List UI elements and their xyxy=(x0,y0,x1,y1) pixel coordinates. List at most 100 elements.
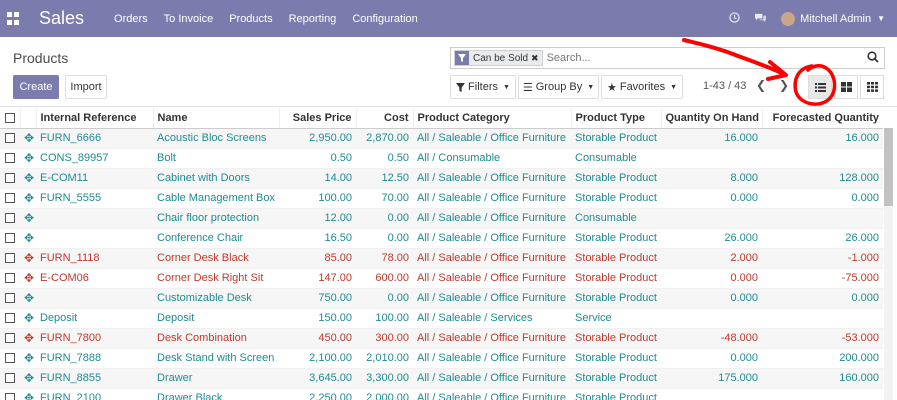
cell-name[interactable]: Acoustic Bloc Screens xyxy=(153,127,279,148)
cell-cost[interactable]: 78.00 xyxy=(356,247,413,268)
table-row[interactable]: ✥ E-COM11 Cabinet with Doors 14.00 12.50 All … xyxy=(0,167,883,188)
row-checkbox[interactable] xyxy=(0,207,20,228)
cell-internal-reference[interactable]: CONS_89957 xyxy=(36,147,153,168)
cell-forecasted-quantity[interactable] xyxy=(762,387,883,400)
table-row[interactable]: ✥ FURN_8855 Drawer 3,645.00 3,300.00 All / Sa… xyxy=(0,367,883,388)
cell-forecasted-quantity[interactable]: 26.000 xyxy=(762,227,883,248)
row-checkbox[interactable] xyxy=(0,307,20,328)
menu-reporting[interactable]: Reporting xyxy=(289,13,337,25)
drag-handle-icon[interactable]: ✥ xyxy=(20,167,36,188)
scrollbar[interactable] xyxy=(884,128,893,400)
cell-sales-price[interactable]: 147.00 xyxy=(279,267,356,288)
scrollbar-thumb[interactable] xyxy=(884,128,893,206)
cell-name[interactable]: Cable Management Box xyxy=(153,187,279,208)
cell-internal-reference[interactable]: Deposit xyxy=(36,307,153,328)
table-row[interactable]: ✥ FURN_5555 Cable Management Box 100.00 70.0… xyxy=(0,187,883,208)
menu-configuration[interactable]: Configuration xyxy=(352,13,417,25)
cell-product-type[interactable]: Storable Product xyxy=(571,347,661,368)
cell-cost[interactable]: 2,870.00 xyxy=(356,127,413,148)
cell-name[interactable]: Corner Desk Right Sit xyxy=(153,267,279,288)
cell-name[interactable]: Cabinet with Doors xyxy=(153,167,279,188)
cell-forecasted-quantity[interactable]: 200.000 xyxy=(762,347,883,368)
cell-name[interactable]: Desk Stand with Screen xyxy=(153,347,279,368)
cell-quantity-on-hand[interactable] xyxy=(661,147,762,168)
row-checkbox[interactable] xyxy=(0,327,20,348)
cell-forecasted-quantity[interactable]: 128.000 xyxy=(762,167,883,188)
cell-quantity-on-hand[interactable] xyxy=(661,207,762,228)
row-checkbox[interactable] xyxy=(0,187,20,208)
cell-forecasted-quantity[interactable]: 16.000 xyxy=(762,127,883,148)
cell-cost[interactable]: 100.00 xyxy=(356,307,413,328)
cell-internal-reference[interactable]: FURN_8855 xyxy=(36,367,153,388)
row-checkbox[interactable] xyxy=(0,147,20,168)
cell-product-type[interactable]: Consumable xyxy=(571,207,661,228)
cell-quantity-on-hand[interactable]: -48.000 xyxy=(661,327,762,348)
cell-product-category[interactable]: All / Saleable / Office Furniture xyxy=(413,247,571,268)
user-avatar[interactable] xyxy=(781,11,796,26)
cell-sales-price[interactable]: 12.00 xyxy=(279,207,356,228)
cell-quantity-on-hand[interactable]: 0.000 xyxy=(661,347,762,368)
table-row[interactable]: ✥ Conference Chair 16.50 0.00 All / Saleable… xyxy=(0,227,883,248)
table-row[interactable]: ✥ FURN_6666 Acoustic Bloc Screens 2,950.00 2… xyxy=(0,127,883,148)
drag-handle-icon[interactable]: ✥ xyxy=(20,387,36,400)
cell-product-category[interactable]: All / Saleable / Office Furniture xyxy=(413,287,571,308)
column-internal-reference[interactable]: Internal Reference xyxy=(35,108,153,129)
cell-cost[interactable]: 2,000.00 xyxy=(356,387,413,400)
cell-internal-reference[interactable]: E-COM06 xyxy=(36,267,153,288)
row-checkbox[interactable] xyxy=(0,167,20,188)
chevron-left-icon[interactable]: ❮ xyxy=(756,78,766,92)
cell-cost[interactable]: 600.00 xyxy=(356,267,413,288)
cell-internal-reference[interactable]: E-COM11 xyxy=(36,167,153,188)
table-row[interactable]: ✥ FURN_7800 Desk Combination 450.00 300.00 Al… xyxy=(0,327,883,348)
facet-close-icon[interactable]: ✖ xyxy=(531,53,542,64)
cell-internal-reference[interactable]: FURN_5555 xyxy=(36,187,153,208)
table-row[interactable]: ✥ FURN_7888 Desk Stand with Screen 2,100.00… xyxy=(0,347,883,368)
cell-forecasted-quantity[interactable]: 0.000 xyxy=(762,287,883,308)
drag-handle-icon[interactable]: ✥ xyxy=(20,187,36,208)
cell-product-type[interactable]: Consumable xyxy=(571,147,661,168)
app-title[interactable]: Sales xyxy=(39,8,84,29)
cell-product-category[interactable]: All / Saleable / Office Furniture xyxy=(413,167,571,188)
cell-product-category[interactable]: All / Saleable / Office Furniture xyxy=(413,367,571,388)
cell-cost[interactable]: 3,300.00 xyxy=(356,367,413,388)
favorites-dropdown[interactable]: ★ Favorites ▼ xyxy=(601,75,683,99)
cell-quantity-on-hand[interactable]: 0.000 xyxy=(661,187,762,208)
cell-sales-price[interactable]: 450.00 xyxy=(279,327,356,348)
table-row[interactable]: ✥ CONS_89957 Bolt 0.50 0.50 All / Consumable C… xyxy=(0,147,883,168)
cell-name[interactable]: Drawer xyxy=(153,367,279,388)
menu-to-invoice[interactable]: To Invoice xyxy=(164,13,214,25)
cell-product-category[interactable]: All / Saleable / Office Furniture xyxy=(413,327,571,348)
cell-product-category[interactable]: All / Saleable / Office Furniture xyxy=(413,227,571,248)
table-row[interactable]: ✥ FURN_2100 Drawer Black 2,250.00 2,000.00 Al… xyxy=(0,387,883,400)
table-row[interactable]: ✥ E-COM06 Corner Desk Right Sit 147.00 600.0… xyxy=(0,267,883,288)
cell-sales-price[interactable]: 2,950.00 xyxy=(279,127,356,148)
cell-quantity-on-hand[interactable]: 0.000 xyxy=(661,267,762,288)
cell-product-type[interactable]: Storable Product xyxy=(571,367,661,388)
cell-internal-reference[interactable]: FURN_2100 xyxy=(36,387,153,400)
cell-product-type[interactable]: Storable Product xyxy=(571,127,661,148)
cell-internal-reference[interactable] xyxy=(36,207,153,228)
cell-product-type[interactable]: Storable Product xyxy=(571,327,661,348)
table-row[interactable]: ✥ Deposit Deposit 150.00 100.00 All / Saleabl… xyxy=(0,307,883,328)
cell-internal-reference[interactable]: FURN_6666 xyxy=(36,127,153,148)
cell-quantity-on-hand[interactable] xyxy=(661,307,762,328)
cell-cost[interactable]: 300.00 xyxy=(356,327,413,348)
cell-sales-price[interactable]: 85.00 xyxy=(279,247,356,268)
cell-sales-price[interactable]: 3,645.00 xyxy=(279,367,356,388)
cell-name[interactable]: Drawer Black xyxy=(153,387,279,400)
cell-cost[interactable]: 0.00 xyxy=(356,207,413,228)
cell-name[interactable]: Desk Combination xyxy=(153,327,279,348)
row-checkbox[interactable] xyxy=(0,387,20,400)
row-checkbox[interactable] xyxy=(0,287,20,308)
cell-product-category[interactable]: All / Saleable / Office Furniture xyxy=(413,127,571,148)
cell-quantity-on-hand[interactable]: 16.000 xyxy=(661,127,762,148)
cell-cost[interactable]: 2,010.00 xyxy=(356,347,413,368)
column-cost[interactable]: Cost xyxy=(355,108,413,129)
grid-view-icon[interactable] xyxy=(860,75,884,99)
drag-handle-icon[interactable]: ✥ xyxy=(20,227,36,248)
cell-quantity-on-hand[interactable]: 2.000 xyxy=(661,247,762,268)
filters-dropdown[interactable]: Filters ▼ xyxy=(450,75,516,99)
pager-value[interactable]: 1-43 / 43 xyxy=(703,80,746,92)
cell-internal-reference[interactable]: FURN_7888 xyxy=(36,347,153,368)
cell-name[interactable]: Bolt xyxy=(153,147,279,168)
